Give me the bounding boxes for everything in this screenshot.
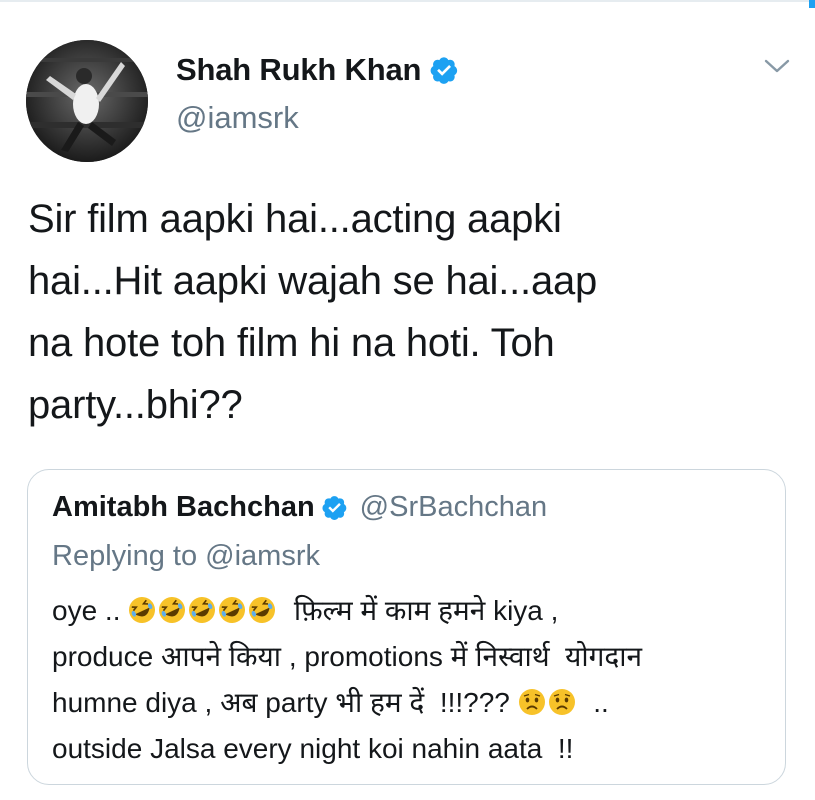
quoted-text: .. [577,687,609,718]
laughing-emoji-group [128,595,278,626]
top-divider [0,0,815,2]
quoted-text: फ़िल्म में काम हमने kiya , [278,595,559,626]
author-name-row[interactable]: Shah Rukh Khan [176,52,459,88]
quoted-tweet-card[interactable]: Amitabh Bachchan @SrBachchan Replying to… [27,469,786,785]
quoted-text: oye .. [52,595,129,626]
rolling-on-floor-laughing-emoji [218,592,246,623]
tweet-line: Sir film aapki hai...acting aapki [28,197,562,241]
quoted-line: outside Jalsa every night koi nahin aata… [52,733,574,764]
worried-face-emoji [548,684,576,715]
quoted-tweet-text: oye .. फ़िल्म में काम हमने kiya , produc… [52,588,772,772]
replying-to: Replying to @iamsrk [52,540,320,573]
avatar[interactable] [26,40,148,162]
author-name[interactable]: Shah Rukh Khan [176,52,421,88]
author-handle[interactable]: @iamsrk [176,100,299,136]
rolling-on-floor-laughing-emoji [128,592,156,623]
quoted-line: humne diya , अब party भी हम दें !!!??? .… [52,680,772,726]
verified-badge-icon [321,494,348,521]
rolling-on-floor-laughing-emoji [158,592,186,623]
tweet-text: Sir film aapki hai...acting aapki hai...… [28,188,798,436]
replying-prefix: Replying to [52,540,198,572]
top-accent [809,0,815,8]
tweet-line: na hote toh film hi na hoti. Toh [28,321,555,365]
tweet-line: party...bhi?? [28,383,243,427]
quoted-author-handle: @SrBachchan [359,491,548,523]
quoted-author-row: Amitabh Bachchan @SrBachchan [52,491,547,524]
rolling-on-floor-laughing-emoji [248,592,276,623]
replying-mention[interactable]: @iamsrk [205,540,320,572]
quoted-line: oye .. फ़िल्म में काम हमने kiya , [52,588,772,634]
verified-badge-icon [429,55,459,85]
worried-face-emoji [518,684,546,715]
tweet-line: hai...Hit aapki wajah se hai...aap [28,259,598,303]
chevron-down-icon[interactable] [762,54,792,78]
rolling-on-floor-laughing-emoji [188,592,216,623]
quoted-line: produce आपने किया , promotions में निस्व… [52,641,643,672]
quoted-text: humne diya , अब party भी हम दें !!!??? [52,687,518,718]
quoted-author-name: Amitabh Bachchan [52,491,315,523]
